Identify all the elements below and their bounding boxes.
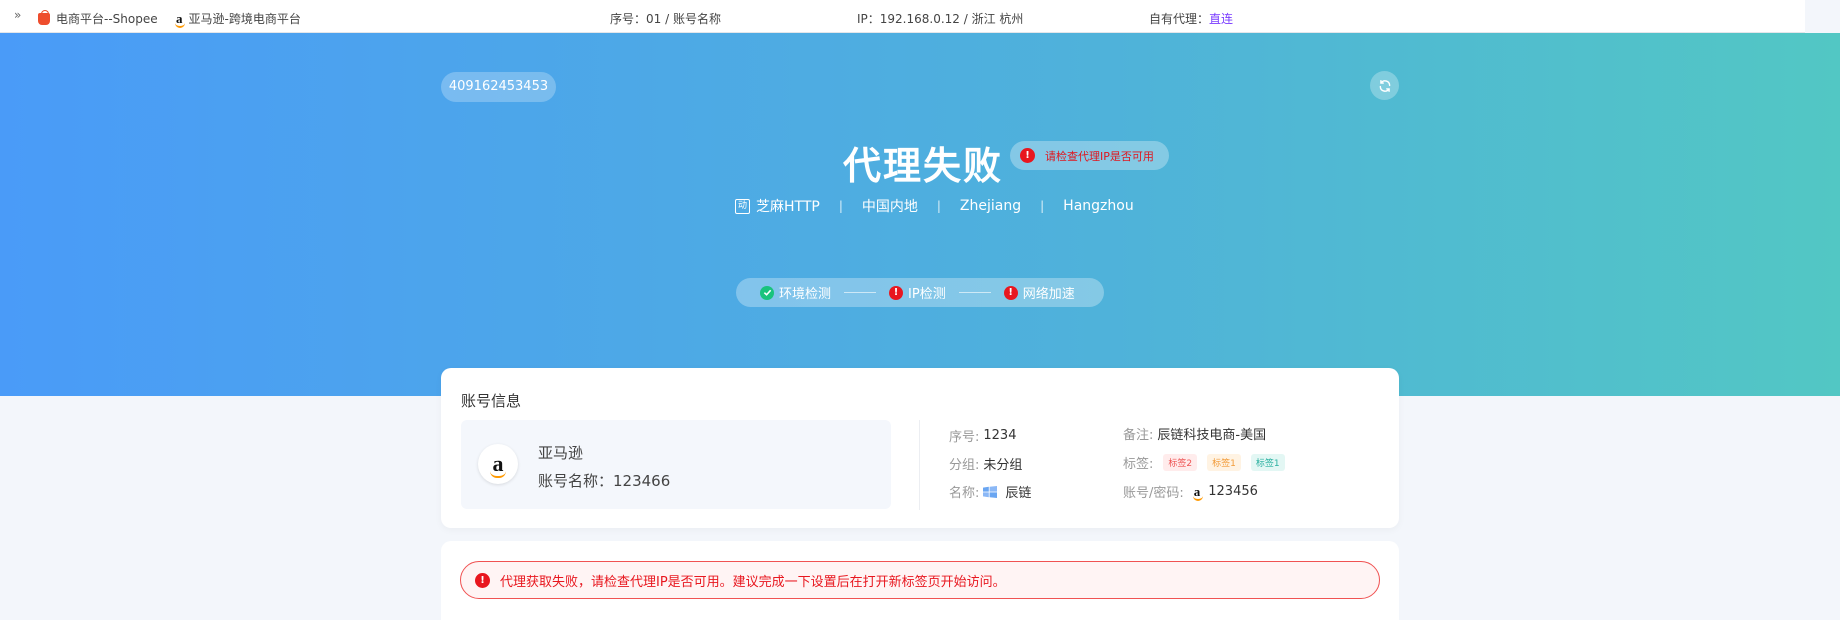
proxy-label: 自有代理： (1149, 12, 1210, 26)
divider (919, 420, 920, 510)
tag-badge: 标签1 (1250, 454, 1285, 471)
account-info-card: 账号信息 a 亚马逊 账号名称：123466 序号: 1234 分组: 未分组 … (441, 368, 1399, 528)
step-ip-check: ! IP检测 (889, 283, 946, 302)
step-label: IP检测 (908, 287, 946, 302)
field-value: 辰链科技电商-美国 (1157, 428, 1267, 443)
field-tags: 标签: 标签2 标签1 标签1 (1123, 453, 1291, 472)
tag-badge: 标签2 (1163, 454, 1198, 471)
page-title: 代理失败 (843, 144, 1004, 188)
error-card: ! 代理获取失败，请检查代理IP是否可用。建议完成一下设置后在打开新标签页开始访… (441, 541, 1399, 620)
field-seq: 序号: 1234 (949, 426, 1016, 445)
step-connector (844, 292, 877, 293)
tab-amazon-label: 亚马逊-跨境电商平台 (188, 12, 301, 26)
card-title: 账号信息 (461, 392, 522, 410)
account-name: 账号名称：123466 (538, 472, 671, 490)
field-value: 辰链 (1005, 486, 1032, 501)
refresh-button[interactable] (1370, 71, 1399, 100)
step-env-check: 环境检测 (760, 283, 831, 302)
field-value: 未分组 (983, 458, 1023, 473)
error-message: 代理获取失败，请检查代理IP是否可用。建议完成一下设置后在打开新标签页开始访问。 (500, 574, 1006, 590)
error-alert: ! 代理获取失败，请检查代理IP是否可用。建议完成一下设置后在打开新标签页开始访… (460, 561, 1380, 599)
field-name: 名称: 辰链 (949, 482, 1031, 501)
proxy-province: Zhejiang (959, 198, 1022, 214)
check-steps: 环境检测 ! IP检测 ! 网络加速 (736, 278, 1104, 307)
meta-separator: | (1040, 199, 1045, 213)
amazon-logo-icon: a (478, 444, 518, 484)
browser-topbar: » 电商平台--Shopee a 亚马逊-跨境电商平台 序号：01 / 账号名称… (0, 0, 1805, 33)
field-remark: 备注: 辰链科技电商-美国 (1123, 424, 1266, 443)
meta-separator: | (838, 199, 843, 213)
proxy-city: Hangzhou (1063, 198, 1134, 214)
refresh-icon (1379, 79, 1390, 92)
proxy-meta: 动 芝麻HTTP | 中国内地 | Zhejiang | Hangzhou (735, 196, 1134, 216)
windows-icon (983, 485, 998, 498)
check-icon (760, 285, 774, 300)
field-label: 账号/密码: (1123, 486, 1184, 501)
shopee-icon (38, 9, 50, 25)
alert-icon: ! (475, 572, 490, 588)
platform-name: 亚马逊 (538, 444, 584, 462)
alert-icon: ! (1020, 148, 1035, 163)
account-id-badge: 409162453453 (441, 72, 556, 102)
step-network-accel: ! 网络加速 (1003, 283, 1075, 302)
proxy-provider-icon: 动 (735, 198, 750, 214)
field-label: 分组: (949, 458, 980, 473)
meta-separator: | (936, 199, 941, 213)
step-label: 环境检测 (779, 287, 832, 302)
field-label: 备注: (1123, 428, 1154, 443)
step-connector (958, 292, 991, 293)
alert-icon: ! (889, 285, 904, 300)
field-label: 标签: (1123, 457, 1154, 472)
tag-badge: 标签1 (1207, 454, 1241, 471)
field-value: 123456 (1208, 484, 1258, 499)
ip-info: IP：192.168.0.12 / 浙江 杭州 (857, 12, 1024, 26)
proxy-info: 自有代理： 直连 (1149, 10, 1233, 27)
tab-shopee-label: 电商平台--Shopee (56, 12, 158, 26)
amazon-icon: a (175, 10, 185, 28)
amazon-icon: a (1192, 483, 1203, 501)
field-credentials: 账号/密码: a 123456 (1123, 482, 1258, 501)
account-summary: a 亚马逊 账号名称：123466 (461, 420, 891, 509)
tab-amazon[interactable]: a 亚马逊-跨境电商平台 (175, 10, 301, 28)
proxy-region: 中国内地 (861, 199, 918, 215)
field-group: 分组: 未分组 (949, 454, 1022, 473)
warning-badge: ! 请检查代理IP是否可用 (1010, 141, 1169, 170)
proxy-provider: 芝麻HTTP (756, 199, 820, 215)
field-label: 序号: (949, 430, 980, 445)
step-label: 网络加速 (1022, 287, 1075, 302)
expand-chevron-icon[interactable]: » (14, 8, 21, 22)
field-label: 名称: (949, 486, 980, 501)
alert-icon: ! (1003, 285, 1018, 300)
field-value: 1234 (983, 428, 1017, 443)
tab-shopee[interactable]: 电商平台--Shopee (38, 9, 158, 27)
warning-text: 请检查代理IP是否可用 (1045, 149, 1154, 163)
seq-info: 序号：01 / 账号名称 (610, 12, 721, 26)
proxy-direct-link[interactable]: 直连 (1209, 10, 1233, 27)
